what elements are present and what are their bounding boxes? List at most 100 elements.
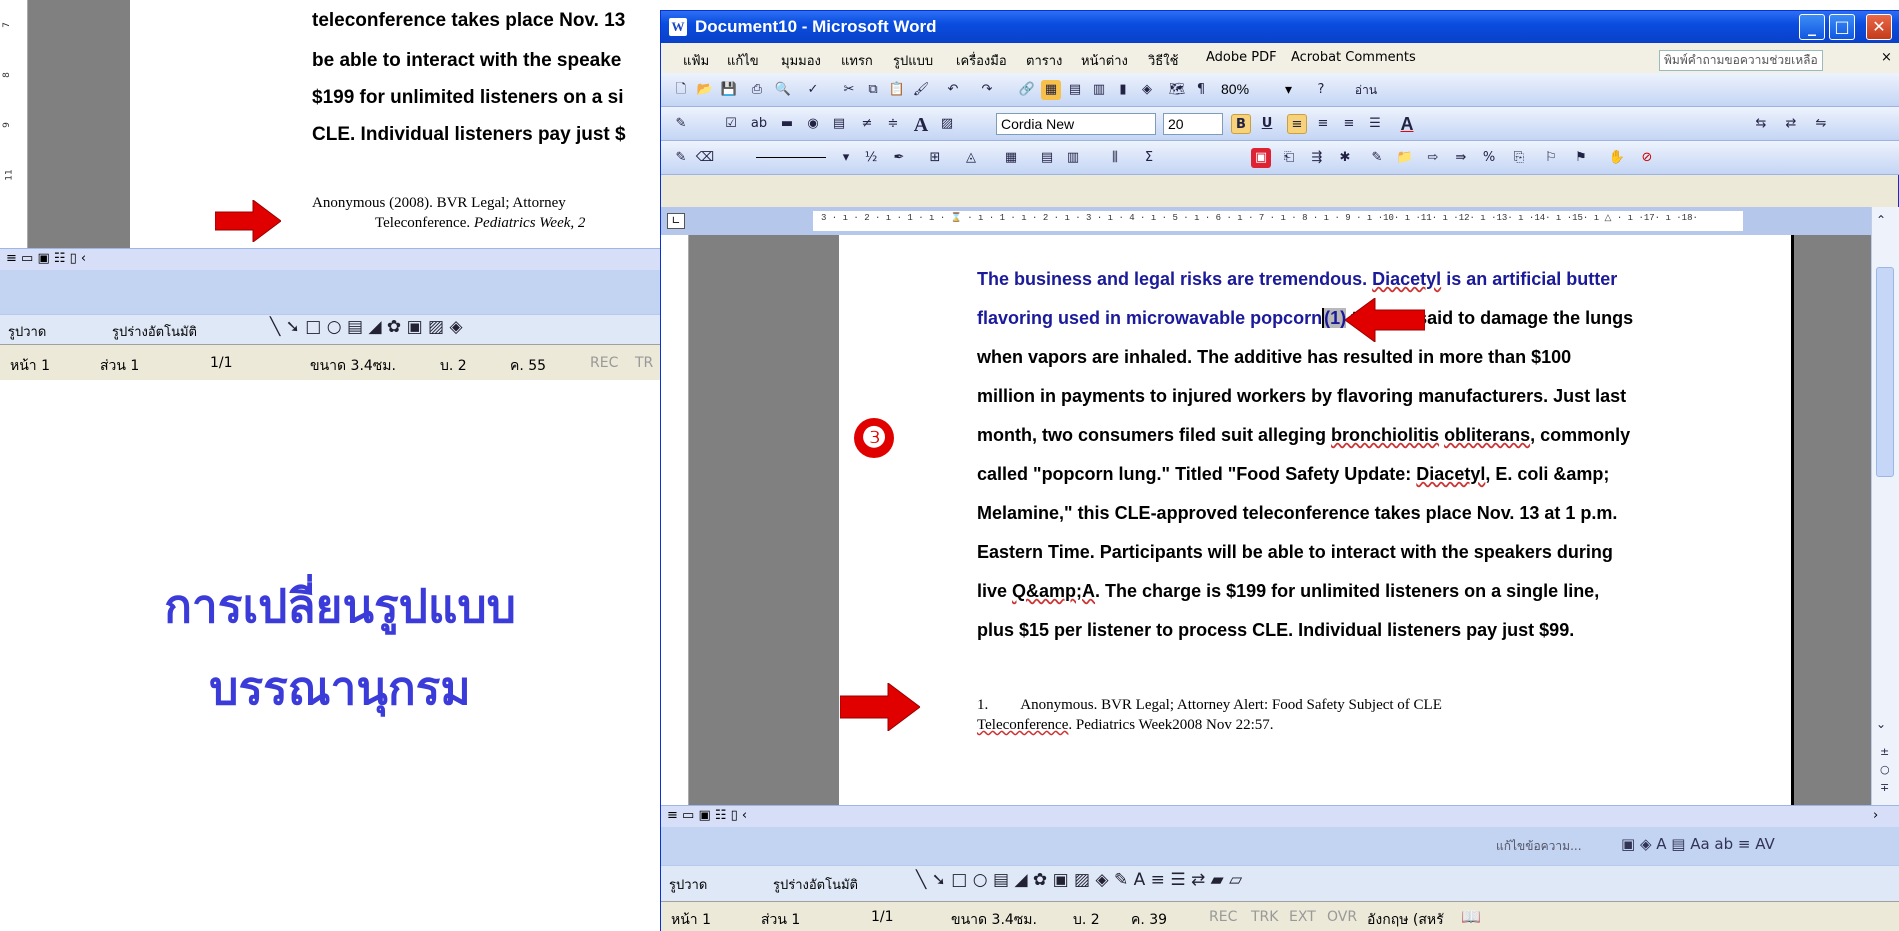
menu-format[interactable]: รูปแบบ bbox=[893, 50, 933, 71]
references-icon-11[interactable]: ⚑ bbox=[1571, 148, 1591, 168]
columns-icon[interactable]: ▮ bbox=[1113, 80, 1133, 100]
distribute-icon[interactable]: ≑ bbox=[883, 114, 903, 134]
new-icon[interactable]: 🗋 bbox=[671, 80, 691, 100]
references-icon-9[interactable]: ⎘ bbox=[1509, 148, 1529, 168]
references-icon-3[interactable]: ⇶ bbox=[1307, 148, 1327, 168]
thai-tool-icon-1[interactable]: ⇆ bbox=[1751, 114, 1771, 134]
checkbox-icon[interactable]: ☑ bbox=[721, 114, 741, 134]
edit-text-button[interactable]: แก้ไขข้อความ... bbox=[1496, 837, 1582, 856]
spelling-icon[interactable]: ✓ bbox=[803, 80, 823, 100]
insert-excel-icon[interactable]: ▥ bbox=[1089, 80, 1109, 100]
font-size-combo[interactable]: 20 bbox=[1163, 113, 1223, 135]
scroll-up-icon[interactable]: ⌃ bbox=[1876, 213, 1886, 227]
scroll-down-icon[interactable]: ⌄ bbox=[1876, 717, 1886, 731]
image-icon[interactable]: ▨ bbox=[937, 114, 957, 134]
copy-icon[interactable]: ⧉ bbox=[863, 80, 883, 100]
status-rec[interactable]: REC bbox=[1209, 909, 1237, 925]
print-icon[interactable]: ⎙ bbox=[747, 80, 767, 100]
menu-insert[interactable]: แทรก bbox=[841, 50, 873, 71]
border-color-icon[interactable]: ✒ bbox=[889, 148, 909, 168]
cut-icon[interactable]: ✂ bbox=[839, 80, 859, 100]
align-center-button[interactable]: ≡ bbox=[1313, 114, 1333, 134]
draw-table-icon[interactable]: ✎ bbox=[671, 148, 691, 168]
menu-tools[interactable]: เครื่องมือ bbox=[956, 50, 1007, 71]
listbox-icon[interactable]: ▤ bbox=[829, 114, 849, 134]
vertical-ruler[interactable] bbox=[661, 235, 689, 805]
menu-view[interactable]: มุมมอง bbox=[781, 50, 821, 71]
insert-table-icon[interactable]: ▤ bbox=[1065, 80, 1085, 100]
bold-button[interactable]: B bbox=[1231, 114, 1251, 134]
menu-window[interactable]: หน้าต่าง bbox=[1081, 50, 1128, 71]
background-draw-menu[interactable]: รูปวาด bbox=[8, 321, 46, 342]
eraser-icon[interactable]: ⌫ bbox=[695, 148, 715, 168]
hand-icon[interactable]: ✋ bbox=[1607, 148, 1627, 168]
references-icon-4[interactable]: ✱ bbox=[1335, 148, 1355, 168]
merge-cells-icon[interactable]: ▤ bbox=[1037, 148, 1057, 168]
drawing-icon[interactable]: ◈ bbox=[1137, 80, 1157, 100]
background-autoshape-menu[interactable]: รูปร่างอัตโนมัติ bbox=[112, 321, 197, 342]
references-icon-10[interactable]: ⚐ bbox=[1541, 148, 1561, 168]
textbox-icon[interactable]: ab bbox=[749, 114, 769, 134]
citation-reference[interactable]: (1) bbox=[1322, 308, 1347, 328]
read-button[interactable]: อ่าน bbox=[1341, 80, 1391, 100]
hyperlink-icon[interactable]: 🔗 bbox=[1017, 80, 1037, 100]
save-icon[interactable]: 💾 bbox=[719, 80, 739, 100]
menu-help[interactable]: วิธีใช้ bbox=[1148, 50, 1178, 71]
align-left-button[interactable]: ≡ bbox=[1287, 114, 1307, 134]
help-icon[interactable]: ? bbox=[1311, 80, 1331, 100]
open-icon[interactable]: 📂 bbox=[695, 80, 715, 100]
menu-adobe-pdf[interactable]: Adobe PDF bbox=[1206, 50, 1277, 65]
underline-button[interactable]: U bbox=[1257, 114, 1277, 134]
close-button[interactable]: ✕ bbox=[1866, 14, 1892, 40]
line-style-icon[interactable] bbox=[756, 157, 826, 158]
justify-button[interactable]: ☰ bbox=[1365, 114, 1385, 134]
wordart-icon[interactable]: A bbox=[911, 114, 931, 136]
references-icon-2[interactable]: ⎗ bbox=[1279, 148, 1299, 168]
stop-icon[interactable]: ⊘ bbox=[1637, 148, 1657, 168]
close-doc-icon[interactable]: × bbox=[1881, 50, 1892, 65]
align-icon[interactable]: ≠ bbox=[857, 114, 877, 134]
line-style-dropdown-icon[interactable]: ▾ bbox=[836, 148, 856, 168]
references-icon-7[interactable]: ⇛ bbox=[1451, 148, 1471, 168]
browse-object-icon[interactable]: ± ○ ∓ bbox=[1880, 743, 1890, 797]
references-icon-6[interactable]: ⇨ bbox=[1423, 148, 1443, 168]
frame-icon[interactable]: ▬ bbox=[777, 114, 797, 134]
references-icon-1[interactable]: ▣ bbox=[1251, 148, 1271, 168]
document-map-icon[interactable]: 🗺 bbox=[1167, 80, 1187, 100]
vertical-scrollbar[interactable]: ⌃ ⌄ ± ○ ∓ bbox=[1871, 207, 1899, 805]
view-buttons-icon[interactable]: ≡ ▭ ▣ ☷ ▯ ‹ bbox=[6, 251, 86, 266]
undo-icon[interactable]: ↶ bbox=[943, 80, 963, 100]
scroll-thumb[interactable] bbox=[1876, 267, 1894, 477]
insert-table-menu-icon[interactable]: ▦ bbox=[1001, 148, 1021, 168]
split-cells-icon[interactable]: ▥ bbox=[1063, 148, 1083, 168]
borders-icon[interactable]: ⊞ bbox=[925, 148, 945, 168]
status-ext[interactable]: EXT bbox=[1289, 909, 1316, 925]
shape-tools-icon[interactable]: ╲ ➘ □ ○ ▤ ◢ ✿ ▣ ▨ ◈ ✎ A ≡ ☰ ⇄ ▰ ▱ bbox=[916, 870, 1242, 890]
font-color-icon[interactable]: A bbox=[1397, 114, 1417, 134]
redo-icon[interactable]: ↷ bbox=[977, 80, 997, 100]
autoshape-menu[interactable]: รูปร่างอัตโนมัติ bbox=[773, 874, 858, 895]
paste-icon[interactable]: 📋 bbox=[887, 80, 907, 100]
line-weight-value[interactable]: ½ bbox=[861, 148, 881, 168]
status-trk[interactable]: TRK bbox=[1251, 909, 1278, 925]
review-tools-icon[interactable]: ▣ ◈ A ▤ Aa ab ≡ AV bbox=[1621, 835, 1775, 853]
horizontal-scrollbar[interactable]: ≡ ▭ ▣ ☷ ▯ ‹ › bbox=[661, 805, 1899, 827]
thai-tool-icon-3[interactable]: ⇋ bbox=[1811, 114, 1831, 134]
zoom-value[interactable]: 80% bbox=[1217, 79, 1269, 101]
draw-menu[interactable]: รูปวาด bbox=[669, 874, 707, 895]
references-icon-8[interactable]: % bbox=[1479, 148, 1499, 168]
help-search-box[interactable]: พิมพ์คำถามขอความช่วยเหลือ bbox=[1659, 50, 1823, 71]
view-buttons-icon[interactable]: ≡ ▭ ▣ ☷ ▯ ‹ bbox=[667, 808, 747, 823]
show-hide-icon[interactable]: ¶ bbox=[1191, 80, 1211, 100]
option-icon[interactable]: ◉ bbox=[803, 114, 823, 134]
document-page[interactable]: The business and legal risks are tremend… bbox=[839, 235, 1794, 805]
maximize-button[interactable]: □ bbox=[1829, 14, 1855, 40]
thai-tool-icon-2[interactable]: ⇄ bbox=[1781, 114, 1801, 134]
tables-borders-icon[interactable]: ▦ bbox=[1041, 80, 1061, 100]
spelling-status-icon[interactable]: 📖 bbox=[1461, 907, 1481, 926]
format-painter-icon[interactable]: 🖌 bbox=[911, 80, 931, 100]
scroll-right-icon[interactable]: › bbox=[1873, 808, 1878, 823]
menu-acrobat-comments[interactable]: Acrobat Comments bbox=[1291, 50, 1416, 65]
word-app-icon[interactable]: W bbox=[669, 18, 687, 36]
minimize-button[interactable]: _ bbox=[1799, 14, 1825, 40]
